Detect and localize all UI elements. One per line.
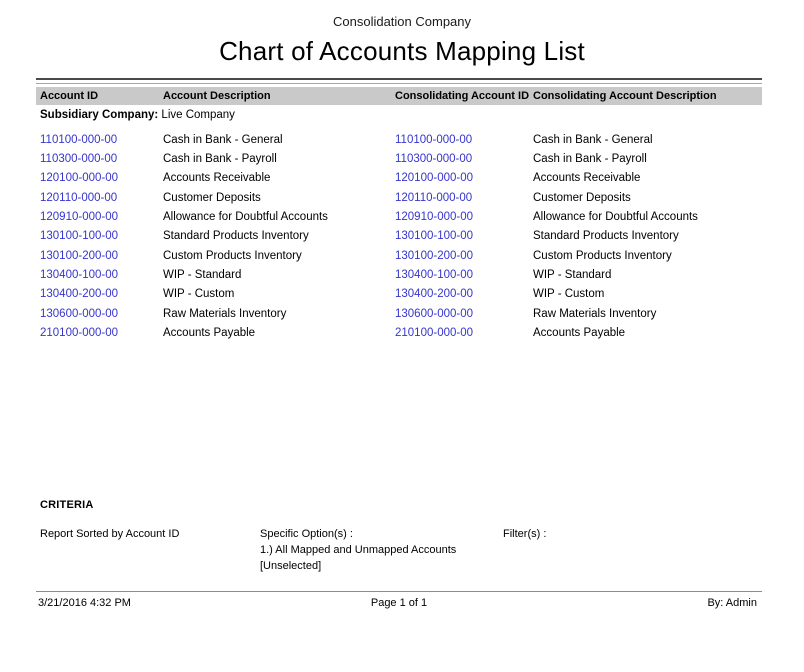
account-description: WIP - Custom <box>163 288 395 300</box>
criteria-specific-options: Specific Option(s) : 1.) All Mapped and … <box>260 526 456 574</box>
account-id-link[interactable]: 110100-000-00 <box>40 134 163 146</box>
consolidating-account-description: Cash in Bank - Payroll <box>533 153 762 165</box>
account-description: Allowance for Doubtful Accounts <box>163 211 395 223</box>
consolidating-account-description: Raw Materials Inventory <box>533 308 762 320</box>
account-description: Cash in Bank - General <box>163 134 395 146</box>
consolidating-account-id-link[interactable]: 120910-000-00 <box>395 211 533 223</box>
account-description: Custom Products Inventory <box>163 250 395 262</box>
table-row: 120100-000-00 Accounts Receivable 120100… <box>40 169 762 188</box>
account-id-link[interactable]: 130600-000-00 <box>40 308 163 320</box>
report-title: Chart of Accounts Mapping List <box>0 36 804 67</box>
consolidating-account-description: Standard Products Inventory <box>533 230 762 242</box>
account-description: Accounts Payable <box>163 327 395 339</box>
table-row: 110300-000-00 Cash in Bank - Payroll 110… <box>40 149 762 168</box>
table-row: 130100-100-00 Standard Products Inventor… <box>40 227 762 246</box>
consolidating-account-description: Allowance for Doubtful Accounts <box>533 211 762 223</box>
column-header-consolidating-account-id: Consolidating Account ID <box>395 90 533 102</box>
consolidating-account-description: WIP - Custom <box>533 288 762 300</box>
subsidiary-company-row: Subsidiary Company: Live Company <box>40 109 235 121</box>
criteria-heading: CRITERIA <box>40 499 94 511</box>
account-description: Customer Deposits <box>163 192 395 204</box>
table-body: 110100-000-00 Cash in Bank - General 110… <box>36 130 762 343</box>
title-divider-thin <box>36 83 762 84</box>
footer-page-number: Page 1 of 1 <box>36 597 762 609</box>
consolidating-account-description: Cash in Bank - General <box>533 134 762 146</box>
consolidating-account-description: Customer Deposits <box>533 192 762 204</box>
subsidiary-company-label: Subsidiary Company: <box>40 109 161 121</box>
consolidating-account-id-link[interactable]: 130400-100-00 <box>395 269 533 281</box>
consolidating-account-id-link[interactable]: 110100-000-00 <box>395 134 533 146</box>
specific-options-label: Specific Option(s) : <box>260 526 456 542</box>
table-row: 130600-000-00 Raw Materials Inventory 13… <box>40 304 762 323</box>
specific-option-line-1: 1.) All Mapped and Unmapped Accounts <box>260 542 456 558</box>
table-row: 110100-000-00 Cash in Bank - General 110… <box>40 130 762 149</box>
consolidating-account-id-link[interactable]: 130400-200-00 <box>395 288 533 300</box>
company-name: Consolidation Company <box>0 14 804 29</box>
consolidating-account-description: WIP - Standard <box>533 269 762 281</box>
table-row: 130400-100-00 WIP - Standard 130400-100-… <box>40 265 762 284</box>
account-id-link[interactable]: 130400-100-00 <box>40 269 163 281</box>
account-id-link[interactable]: 120110-000-00 <box>40 192 163 204</box>
specific-option-line-2: [Unselected] <box>260 558 456 574</box>
table-row: 120910-000-00 Allowance for Doubtful Acc… <box>40 207 762 226</box>
consolidating-account-id-link[interactable]: 130100-100-00 <box>395 230 533 242</box>
account-id-link[interactable]: 210100-000-00 <box>40 327 163 339</box>
footer-divider <box>36 591 762 592</box>
column-header-account-description: Account Description <box>163 90 395 102</box>
consolidating-account-description: Accounts Payable <box>533 327 762 339</box>
table-header-row: Account ID Account Description Consolida… <box>36 87 762 105</box>
consolidating-account-id-link[interactable]: 120100-000-00 <box>395 172 533 184</box>
account-description: Accounts Receivable <box>163 172 395 184</box>
table-row: 120110-000-00 Customer Deposits 120110-0… <box>40 188 762 207</box>
report-page: Consolidation Company Chart of Accounts … <box>0 0 804 672</box>
consolidating-account-id-link[interactable]: 210100-000-00 <box>395 327 533 339</box>
account-description: Standard Products Inventory <box>163 230 395 242</box>
account-id-link[interactable]: 130400-200-00 <box>40 288 163 300</box>
consolidating-account-id-link[interactable]: 110300-000-00 <box>395 153 533 165</box>
account-description: Raw Materials Inventory <box>163 308 395 320</box>
account-id-link[interactable]: 120910-000-00 <box>40 211 163 223</box>
table-row: 130100-200-00 Custom Products Inventory … <box>40 246 762 265</box>
consolidating-account-description: Accounts Receivable <box>533 172 762 184</box>
consolidating-account-description: Custom Products Inventory <box>533 250 762 262</box>
table-row: 210100-000-00 Accounts Payable 210100-00… <box>40 323 762 342</box>
consolidating-account-id-link[interactable]: 130100-200-00 <box>395 250 533 262</box>
account-id-link[interactable]: 130100-200-00 <box>40 250 163 262</box>
account-id-link[interactable]: 130100-100-00 <box>40 230 163 242</box>
criteria-filters-label: Filter(s) : <box>503 526 546 542</box>
table-row: 130400-200-00 WIP - Custom 130400-200-00… <box>40 285 762 304</box>
account-id-link[interactable]: 120100-000-00 <box>40 172 163 184</box>
column-header-consolidating-account-description: Consolidating Account Description <box>533 90 762 102</box>
criteria-sort-text: Report Sorted by Account ID <box>40 526 179 542</box>
account-description: Cash in Bank - Payroll <box>163 153 395 165</box>
consolidating-account-id-link[interactable]: 120110-000-00 <box>395 192 533 204</box>
account-description: WIP - Standard <box>163 269 395 281</box>
subsidiary-company-value: Live Company <box>161 109 235 121</box>
account-id-link[interactable]: 110300-000-00 <box>40 153 163 165</box>
column-header-account-id: Account ID <box>40 90 163 102</box>
title-divider-thick <box>36 78 762 80</box>
consolidating-account-id-link[interactable]: 130600-000-00 <box>395 308 533 320</box>
footer-printed-by: By: Admin <box>707 597 757 609</box>
